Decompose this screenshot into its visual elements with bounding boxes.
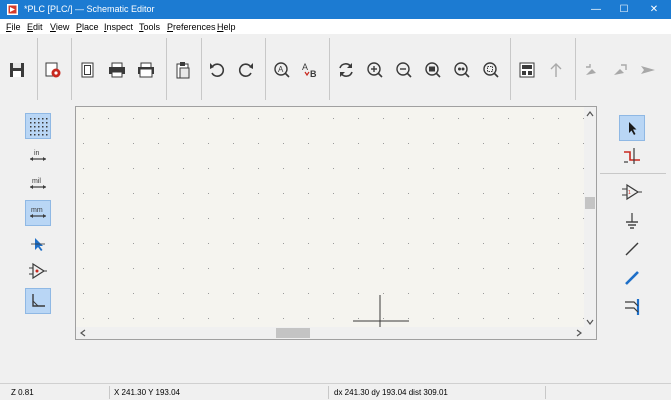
page-settings-icon[interactable] — [76, 58, 100, 82]
horizontal-scroll-thumb[interactable] — [276, 328, 310, 338]
menu-preferences[interactable]: Preferences — [167, 22, 216, 32]
minimize-button[interactable]: — — [582, 0, 610, 19]
add-wire-icon[interactable] — [619, 236, 645, 262]
app-icon — [7, 4, 18, 15]
inch-units-icon[interactable]: in — [25, 143, 51, 169]
highlight-net-icon[interactable] — [619, 143, 645, 169]
menu-inspect[interactable]: Inspect — [104, 22, 133, 32]
status-bar: Z 0.81 X 241.30 Y 193.04 dx 241.30 dy 19… — [0, 383, 671, 400]
grid-toggle-icon[interactable] — [25, 113, 51, 139]
leave-sheet-icon — [544, 58, 568, 82]
svg-text:1: 1 — [628, 190, 631, 196]
menu-edit[interactable]: Edit — [27, 22, 43, 32]
zoom-selection-icon[interactable] — [479, 58, 503, 82]
scroll-down-arrow-icon[interactable] — [584, 317, 596, 327]
schematic-canvas[interactable] — [75, 106, 597, 340]
menu-view[interactable]: View — [50, 22, 69, 32]
close-button[interactable]: ✕ — [640, 0, 668, 19]
add-bus-icon[interactable] — [619, 265, 645, 291]
status-zoom: Z 0.81 — [11, 388, 34, 397]
menu-file[interactable]: File — [6, 22, 21, 32]
title-bar: *PLC [PLC/] — Schematic Editor — ☐ ✕ — [0, 0, 671, 19]
window-title: *PLC [PLC/] — Schematic Editor — [24, 4, 155, 14]
erc-icon — [608, 58, 632, 82]
cursor-style-icon[interactable] — [25, 231, 51, 257]
status-cursor-position: X 241.30 Y 193.04 — [114, 388, 180, 397]
redraw-icon[interactable] — [334, 58, 358, 82]
vertical-scroll-thumb[interactable] — [585, 197, 595, 209]
find-replace-icon[interactable]: AB — [298, 58, 322, 82]
menu-tools[interactable]: Tools — [139, 22, 160, 32]
zoom-in-icon[interactable] — [363, 58, 387, 82]
top-toolbar: A AB — [0, 34, 671, 104]
status-delta: dx 241.30 dy 193.04 dist 309.01 — [334, 388, 448, 397]
undo-icon[interactable] — [205, 58, 229, 82]
schematic-setup-icon[interactable] — [41, 58, 65, 82]
find-icon[interactable]: A — [270, 58, 294, 82]
svg-text:B: B — [310, 69, 317, 79]
print-icon[interactable] — [105, 58, 129, 82]
zoom-out-icon[interactable] — [392, 58, 416, 82]
hierarchy-navigator-icon[interactable] — [515, 58, 539, 82]
wire-angle-icon[interactable] — [25, 288, 51, 314]
svg-text:in: in — [34, 150, 40, 157]
plot-icon[interactable] — [134, 58, 158, 82]
menu-help[interactable]: Help — [217, 22, 236, 32]
svg-text:mil: mil — [32, 178, 41, 185]
bus-entry-icon[interactable] — [619, 294, 645, 320]
menu-bar: File Edit View Place Inspect Tools Prefe… — [0, 19, 671, 34]
redo-icon[interactable] — [234, 58, 258, 82]
scroll-left-arrow-icon[interactable] — [78, 327, 88, 339]
right-toolbar-separator — [600, 173, 666, 174]
svg-text:A: A — [278, 65, 284, 74]
scroll-right-arrow-icon[interactable] — [574, 327, 584, 339]
canvas-grid — [83, 118, 584, 319]
mm-units-icon[interactable]: mm — [25, 200, 51, 226]
netlist-icon — [636, 58, 660, 82]
add-symbol-icon[interactable]: 1 — [619, 179, 645, 205]
vertical-scrollbar[interactable] — [584, 107, 596, 329]
select-icon[interactable] — [619, 115, 645, 141]
zoom-fit-icon[interactable] — [421, 58, 445, 82]
scrollbar-corner — [584, 327, 596, 339]
annotate-icon — [579, 58, 603, 82]
mil-units-icon[interactable]: mil — [25, 171, 51, 197]
zoom-objects-icon[interactable] — [450, 58, 474, 82]
svg-text:A: A — [302, 62, 308, 72]
maximize-button[interactable]: ☐ — [610, 0, 638, 19]
hidden-pins-icon[interactable] — [25, 258, 51, 284]
save-icon[interactable] — [5, 58, 29, 82]
svg-text:mm: mm — [31, 207, 43, 214]
paste-icon[interactable] — [171, 58, 195, 82]
menu-place[interactable]: Place — [76, 22, 99, 32]
horizontal-scrollbar[interactable] — [76, 327, 586, 339]
add-power-icon[interactable] — [619, 208, 645, 234]
scroll-up-arrow-icon[interactable] — [584, 109, 596, 119]
